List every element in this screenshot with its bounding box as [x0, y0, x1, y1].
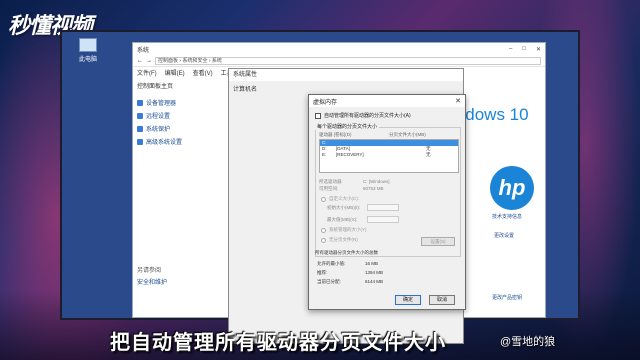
custom-size-label: 自定义大小(C): [329, 196, 359, 201]
left-link-label: 远程设置 [146, 114, 171, 120]
menu-file[interactable]: 文件(F) [137, 68, 157, 77]
current-row: 当前已分配: 6144 MB [317, 279, 383, 285]
address-bar[interactable]: 控制面板 › 系统和安全 › 系统 [155, 56, 541, 65]
drive-letter: E: [322, 152, 327, 157]
min-label: 允许的最小值: [317, 261, 346, 266]
initial-size-input[interactable] [367, 204, 399, 211]
desktop-screen: 此电脑 系统 – □ ✕ ← → 控制面板 › 系统和安全 › 系统 文件(F)… [60, 30, 580, 344]
vm-title: 虚拟内存 [313, 99, 338, 106]
auto-manage-checkbox-row[interactable]: 自动管理所有驱动器的分页文件大小(A) [315, 112, 411, 119]
system-properties-title: 系统属性 [229, 69, 463, 81]
shield-icon [137, 125, 143, 132]
desktop-icon-this-pc[interactable]: 此电脑 [68, 38, 108, 63]
hp-logo: hp [490, 166, 534, 210]
menu-edit[interactable]: 编辑(E) [165, 68, 185, 77]
left-link-advanced[interactable]: 高级系统设置 [137, 137, 227, 146]
left-link-label: 高级系统设置 [146, 140, 183, 146]
hp-support-link[interactable]: 技术支持信息 [492, 213, 522, 220]
max-size-row: 最大值(MB)(X): [327, 217, 371, 223]
left-link-remote[interactable]: 远程设置 [137, 111, 227, 120]
maximize-icon[interactable]: □ [522, 46, 526, 53]
see-also-heading: 另请参阅 [137, 268, 162, 274]
menu-view[interactable]: 查看(V) [193, 68, 213, 77]
address-bar-row: ← → 控制面板 › 系统和安全 › 系统 [133, 55, 545, 67]
vm-titlebar: 虚拟内存 ✕ [309, 95, 465, 107]
max-size-label: 最大值(MB)(X): [327, 217, 358, 222]
back-arrow-icon[interactable]: ← [137, 58, 143, 64]
minimize-icon[interactable]: – [509, 46, 512, 53]
author-credit: @雪地的狼 [500, 336, 556, 348]
min-value: 16 MB [365, 261, 379, 266]
system-managed-label: 系统管理的大小(Y) [329, 227, 367, 232]
drive-list-header: 驱动器 [卷标](D) 分页文件大小(MB) [319, 132, 455, 138]
selected-drive-value: C: [Windows] [363, 179, 390, 184]
space-value: 50753 MB [363, 186, 384, 191]
virtual-memory-dialog: 虚拟内存 ✕ 自动管理所有驱动器的分页文件大小(A) 每个驱动器的分页文件大小 … [308, 94, 466, 310]
computer-icon [79, 38, 97, 52]
selected-drive-row: 所选驱动器: C: [Windows] [319, 179, 390, 185]
change-product-key-link[interactable]: 更改产品密钥 [492, 294, 522, 301]
video-subtitle: 把自动管理所有驱动器分页文件大小 [110, 332, 446, 354]
space-available-row: 可用空间: 50753 MB [319, 186, 384, 192]
no-paging-radio[interactable]: 无分页文件(N) [321, 237, 358, 243]
shield-icon [137, 112, 143, 119]
auto-manage-checkbox[interactable] [315, 112, 321, 119]
drive-list[interactable]: C: D: [DATA] 无 E: [RECOVERY] 无 [319, 139, 459, 173]
left-link-protection[interactable]: 系统保护 [137, 124, 227, 133]
system-managed-radio[interactable]: 系统管理的大小(Y) [321, 227, 367, 233]
drive-label: [RECOVERY] [336, 152, 364, 157]
ok-button[interactable]: 确定 [395, 295, 421, 305]
control-panel-home-link[interactable]: 控制面板主页 [137, 81, 227, 90]
change-settings-link[interactable]: 更改设置 [494, 232, 514, 239]
space-label: 可用空间: [319, 186, 339, 191]
auto-manage-label: 自动管理所有驱动器的分页文件大小(A) [324, 113, 411, 119]
col-drive: 驱动器 [卷标](D) [319, 132, 352, 137]
system-titlebar: 系统 – □ ✕ [133, 43, 545, 55]
close-icon[interactable]: ✕ [536, 46, 541, 53]
shield-icon [137, 138, 143, 145]
custom-size-radio[interactable]: 自定义大小(C): [321, 196, 359, 202]
recommended-value: 1394 MB [365, 270, 384, 275]
current-label: 当前已分配: [317, 279, 341, 284]
radio-icon [321, 237, 326, 243]
system-window-title: 系统 [137, 47, 150, 54]
left-link-device-manager[interactable]: 设备管理器 [137, 98, 227, 107]
cancel-button[interactable]: 取消 [429, 295, 455, 305]
security-maintenance-link[interactable]: 安全和维护 [137, 277, 167, 286]
col-size: 分页文件大小(MB) [389, 132, 426, 137]
selected-drive-label: 所选驱动器: [319, 179, 343, 184]
max-size-input[interactable] [367, 216, 399, 223]
desktop-icon-label: 此电脑 [78, 57, 97, 63]
min-row: 允许的最小值: 16 MB [317, 261, 378, 267]
left-nav: 控制面板主页 设备管理器 远程设置 系统保护 高级系统设置 另请参阅 安全和维护 [137, 81, 227, 286]
current-value: 6144 MB [365, 279, 384, 284]
left-link-label: 系统保护 [146, 127, 171, 133]
recommended-label: 推荐: [317, 270, 328, 275]
shield-icon [137, 99, 143, 106]
radio-icon [321, 227, 326, 233]
left-link-label: 设备管理器 [146, 101, 177, 107]
initial-size-label: 初始大小(MB)(I): [327, 205, 361, 210]
close-icon[interactable]: ✕ [455, 97, 461, 105]
radio-icon [321, 196, 326, 202]
no-paging-label: 无分页文件(N) [329, 237, 358, 242]
total-heading: 所有驱动器分页文件大小的总数 [315, 250, 378, 255]
set-button[interactable]: 设置(S) [421, 237, 455, 246]
drive-size: 无 [426, 152, 431, 157]
drive-row-e[interactable]: E: [RECOVERY] 无 [320, 152, 458, 158]
initial-size-row: 初始大小(MB)(I): [327, 205, 371, 211]
recommended-row: 推荐: 1394 MB [317, 270, 383, 276]
per-drive-heading: 每个驱动器的分页文件大小 [315, 123, 380, 130]
forward-arrow-icon[interactable]: → [146, 58, 152, 64]
